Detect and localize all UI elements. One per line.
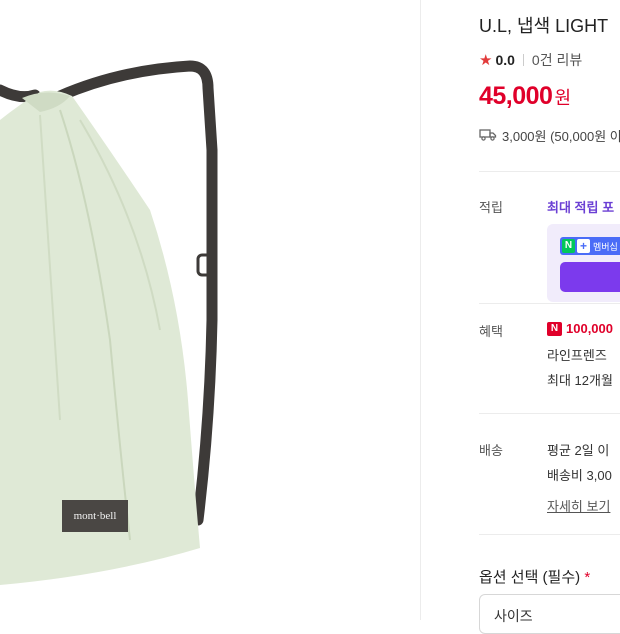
price-value: 45,000 xyxy=(479,82,553,110)
rating-score: 0.0 xyxy=(495,52,515,68)
star-icon: ★ xyxy=(479,52,493,69)
benefits-label: 혜택 xyxy=(479,324,503,339)
naver-pay-benefit[interactable]: N 100,000 xyxy=(547,320,613,336)
section-divider xyxy=(479,171,620,172)
plus-icon: + xyxy=(577,239,590,253)
product-info-panel: U.L, 냅색 LIGHT ★ 0.0 0건 리뷰 45,000 원 3,000원… xyxy=(479,0,620,620)
brand-logo-label: mont·bell xyxy=(73,510,117,522)
drawstring-bag-illustration xyxy=(0,60,218,586)
pane-divider xyxy=(420,0,421,620)
divider xyxy=(522,54,524,66)
delivery-detail-link[interactable]: 자세히 보기 xyxy=(547,496,610,515)
section-divider xyxy=(479,303,620,304)
delivery-label: 배송 xyxy=(479,443,503,458)
section-divider xyxy=(479,534,620,535)
naver-plus-membership-badge: N + 멤버십 xyxy=(560,237,620,255)
truck-icon xyxy=(479,128,497,144)
rating-row: ★ 0.0 0건 리뷰 xyxy=(479,50,582,70)
delivery-average: 평균 2일 이 xyxy=(547,443,610,458)
shipping-fee: 3,000원 (50,000원 이 xyxy=(502,129,620,144)
option-title-text: 옵션 선택 (필수) xyxy=(479,569,581,586)
naver-n-icon: N xyxy=(562,239,575,253)
points-label: 적립 xyxy=(479,200,503,215)
membership-points-box: N + 멤버십 xyxy=(547,224,620,302)
product-image: mont·bell xyxy=(0,0,420,620)
membership-text: 멤버십 xyxy=(593,242,618,252)
benefit-amount: 100,000 xyxy=(566,321,613,337)
option-select-title: 옵션 선택 (필수) * xyxy=(479,566,590,587)
membership-join-button[interactable] xyxy=(560,262,620,292)
benefit-line-linefriends: 라인프렌즈 xyxy=(547,348,607,363)
size-select-value: 사이즈 xyxy=(494,608,533,624)
shipping-row: 3,000원 (50,000원 이 xyxy=(479,126,620,145)
section-divider xyxy=(479,413,620,414)
naverpay-n-icon: N xyxy=(547,321,562,336)
review-count-link[interactable]: 0건 리뷰 xyxy=(532,50,582,70)
benefit-line-installment: 최대 12개월 xyxy=(547,373,613,388)
price-row: 45,000 원 xyxy=(479,82,571,111)
points-max-text: 최대 적립 포 xyxy=(547,200,615,215)
product-title: U.L, 냅색 LIGHT xyxy=(479,16,609,36)
size-select[interactable]: 사이즈 xyxy=(479,594,620,634)
required-mark: * xyxy=(584,569,591,586)
delivery-fee: 배송비 3,00 xyxy=(547,468,612,483)
price-currency: 원 xyxy=(554,88,572,108)
